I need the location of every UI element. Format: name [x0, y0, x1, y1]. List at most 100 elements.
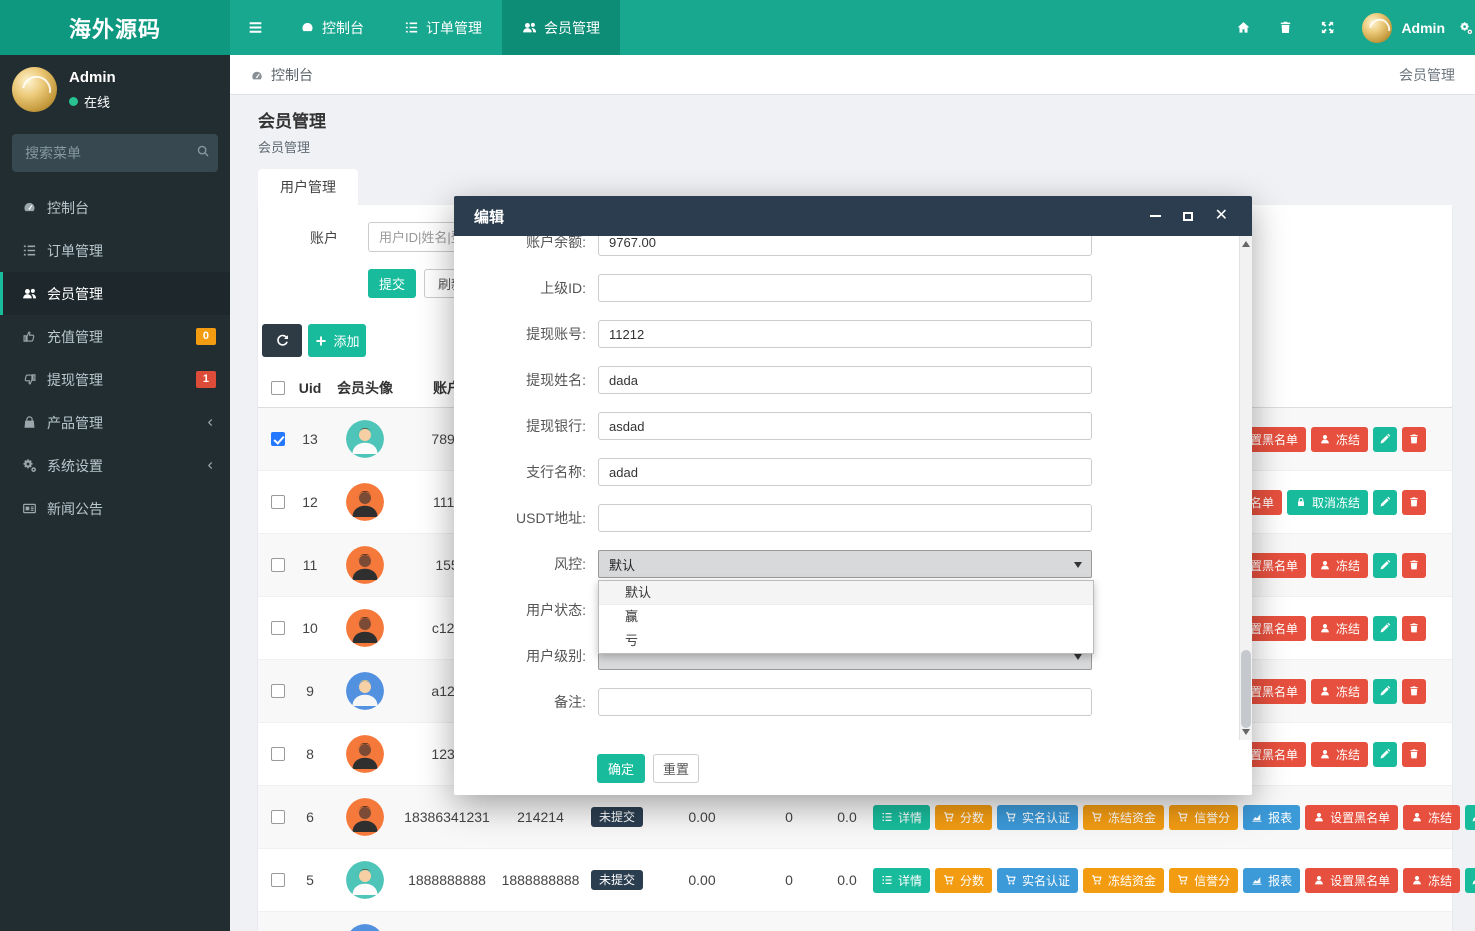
- action-freeze-button[interactable]: 冻结: [1403, 805, 1460, 830]
- row-checkbox[interactable]: [271, 621, 285, 635]
- navbar-user-menu[interactable]: Admin: [1348, 13, 1459, 43]
- pencil-icon: [1379, 748, 1391, 760]
- action-delete-button[interactable]: [1402, 427, 1426, 452]
- action-report-button[interactable]: 报表: [1243, 805, 1300, 830]
- breadcrumb-left[interactable]: 控制台: [271, 65, 313, 85]
- action-freeze-button[interactable]: 冻结: [1311, 616, 1368, 641]
- tab-user-management[interactable]: 用户管理: [258, 169, 358, 205]
- modal-field-input[interactable]: [598, 274, 1092, 302]
- action-freeze-button[interactable]: 冻结: [1311, 679, 1368, 704]
- modal-field-input[interactable]: [598, 320, 1092, 348]
- action-delete-button[interactable]: [1402, 616, 1426, 641]
- action-credit_score-button[interactable]: 信誉分: [1169, 868, 1238, 893]
- confirm-button[interactable]: 确定: [597, 754, 645, 783]
- sidebar-search-button[interactable]: [196, 143, 210, 158]
- sidebar-search-input[interactable]: [12, 134, 218, 172]
- action-freeze-button[interactable]: 冻结: [1311, 553, 1368, 578]
- sidebar-item-6[interactable]: 系统设置: [0, 444, 230, 487]
- sidebar-item-4[interactable]: 提现管理1: [0, 358, 230, 401]
- reset-button[interactable]: 重置: [653, 754, 699, 783]
- sidebar-item-3[interactable]: 充值管理0: [0, 315, 230, 358]
- chart-icon: [1251, 874, 1263, 886]
- navbar-item-1[interactable]: 订单管理: [384, 0, 502, 55]
- action-edit-button[interactable]: [1373, 679, 1397, 704]
- modal-field-input[interactable]: [598, 412, 1092, 440]
- action-credit_score-button[interactable]: 信誉分: [1169, 805, 1238, 830]
- expand-button[interactable]: [1306, 0, 1348, 55]
- maximize-icon[interactable]: [1183, 212, 1193, 221]
- settings-gear-icon[interactable]: [1459, 0, 1475, 55]
- scroll-up-icon[interactable]: [1240, 238, 1252, 250]
- action-freeze_funds-button[interactable]: 冻结资金: [1083, 868, 1164, 893]
- modal-scrollbar[interactable]: [1239, 236, 1252, 740]
- row-checkbox[interactable]: [271, 873, 285, 887]
- action-blacklist-button[interactable]: 设置黑名单: [1305, 805, 1398, 830]
- sidebar-item-2[interactable]: 会员管理: [0, 272, 230, 315]
- sidebar-item-0[interactable]: 控制台: [0, 186, 230, 229]
- modal-field-input[interactable]: [598, 458, 1092, 486]
- home-button[interactable]: [1222, 0, 1264, 55]
- risk-option-1[interactable]: 赢: [599, 605, 1093, 629]
- submit-button[interactable]: 提交: [368, 269, 416, 298]
- action-score-button[interactable]: 分数: [935, 868, 992, 893]
- cart-icon: [1091, 811, 1103, 823]
- sidebar-item-label: 提现管理: [47, 370, 103, 390]
- action-freeze-button[interactable]: 冻结: [1311, 427, 1368, 452]
- modal-field-input[interactable]: [598, 366, 1092, 394]
- scrollbar-thumb[interactable]: [1241, 650, 1251, 728]
- action-delete-button[interactable]: [1402, 679, 1426, 704]
- action-realname-button[interactable]: 实名认证: [997, 868, 1078, 893]
- action-blacklist-button[interactable]: 设置黑名单: [1305, 868, 1398, 893]
- row-checkbox[interactable]: [271, 558, 285, 572]
- action-delete-button[interactable]: [1402, 742, 1426, 767]
- row-checkbox[interactable]: [271, 810, 285, 824]
- navbar-item-2[interactable]: 会员管理: [502, 0, 620, 55]
- add-member-button[interactable]: 添加: [308, 324, 366, 357]
- row-checkbox[interactable]: [271, 747, 285, 761]
- trash-icon: [1408, 685, 1420, 697]
- edit-modal-header[interactable]: 编辑 ✕: [454, 196, 1252, 236]
- table-reload-button[interactable]: [262, 324, 302, 357]
- minimize-icon[interactable]: [1150, 215, 1161, 217]
- close-icon[interactable]: ✕: [1215, 208, 1228, 224]
- remark-input[interactable]: [598, 688, 1092, 716]
- row-checkbox[interactable]: [271, 432, 285, 446]
- risk-select[interactable]: 默认: [598, 550, 1092, 578]
- action-freeze-button[interactable]: 冻结: [1311, 742, 1368, 767]
- action-edit-button[interactable]: [1373, 616, 1397, 641]
- risk-option-2[interactable]: 亏: [599, 629, 1093, 653]
- sidebar-item-5[interactable]: 产品管理: [0, 401, 230, 444]
- action-freeze-button[interactable]: 冻结: [1403, 868, 1460, 893]
- sidebar-user-panel: Admin 在线: [0, 55, 230, 126]
- action-edit-button[interactable]: [1465, 868, 1475, 893]
- trash-button[interactable]: [1264, 0, 1306, 55]
- modal-field-input[interactable]: [598, 504, 1092, 532]
- sidebar-item-1[interactable]: 订单管理: [0, 229, 230, 272]
- select-all-checkbox[interactable]: [271, 381, 285, 395]
- scroll-down-icon[interactable]: [1240, 726, 1252, 738]
- action-edit-button[interactable]: [1373, 490, 1397, 515]
- action-detail-button[interactable]: 详情: [873, 805, 930, 830]
- action-freeze_funds-button[interactable]: 冻结资金: [1083, 805, 1164, 830]
- navbar-item-label: 会员管理: [544, 18, 600, 38]
- action-score-button[interactable]: 分数: [935, 805, 992, 830]
- modal-field-input[interactable]: [598, 236, 1092, 256]
- navbar-item-0[interactable]: 控制台: [280, 0, 384, 55]
- action-edit-button[interactable]: [1465, 805, 1475, 830]
- row-checkbox[interactable]: [271, 684, 285, 698]
- action-report-button[interactable]: 报表: [1243, 868, 1300, 893]
- action-realname-button[interactable]: 实名认证: [997, 805, 1078, 830]
- risk-option-0[interactable]: 默认: [599, 581, 1093, 605]
- action-delete-button[interactable]: [1402, 553, 1426, 578]
- action-edit-button[interactable]: [1373, 742, 1397, 767]
- action-edit-button[interactable]: [1373, 553, 1397, 578]
- row-checkbox[interactable]: [271, 495, 285, 509]
- member-avatar: [346, 420, 384, 458]
- action-edit-button[interactable]: [1373, 427, 1397, 452]
- modal-field-label: 提现姓名:: [454, 370, 586, 390]
- action-delete-button[interactable]: [1402, 490, 1426, 515]
- sidebar-item-7[interactable]: 新闻公告: [0, 487, 230, 530]
- sidebar-toggle-button[interactable]: [230, 0, 280, 55]
- action-detail-button[interactable]: 详情: [873, 868, 930, 893]
- action-unfreeze-button[interactable]: 取消冻结: [1287, 490, 1368, 515]
